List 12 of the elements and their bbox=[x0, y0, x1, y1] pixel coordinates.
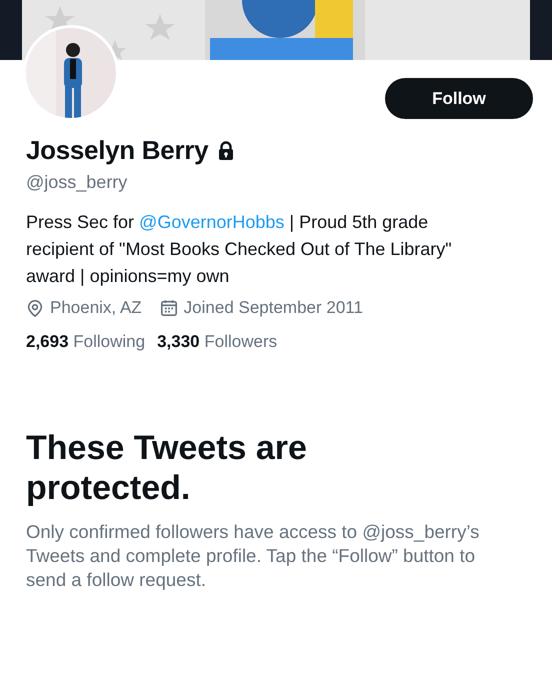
location-pin-icon bbox=[26, 298, 44, 318]
calendar-icon bbox=[160, 299, 178, 317]
location-text: Phoenix, AZ bbox=[50, 298, 142, 318]
joined-date: Joined September 2011 bbox=[184, 298, 363, 318]
follow-count-link[interactable]: 3,330 Followers bbox=[157, 332, 278, 352]
display-name: Josselyn Berry bbox=[26, 135, 208, 166]
follow-button[interactable]: Follow bbox=[385, 78, 533, 119]
bio-text: Press Sec for @GovernorHobbs | Proud 5th grade recipient of "Most Books Checked Out of The Library" award | opinions=my own bbox=[26, 211, 453, 288]
username: @joss_berry bbox=[26, 172, 128, 193]
follow-count-link[interactable]: 2,693 Following bbox=[26, 332, 146, 352]
protected-message: Only confirmed followers have access to @joss_berry’s Tweets and complete profile. Tap the “Follow” button to send a follow request. bbox=[26, 520, 480, 592]
protected-title: These Tweets are protected. bbox=[26, 428, 308, 508]
